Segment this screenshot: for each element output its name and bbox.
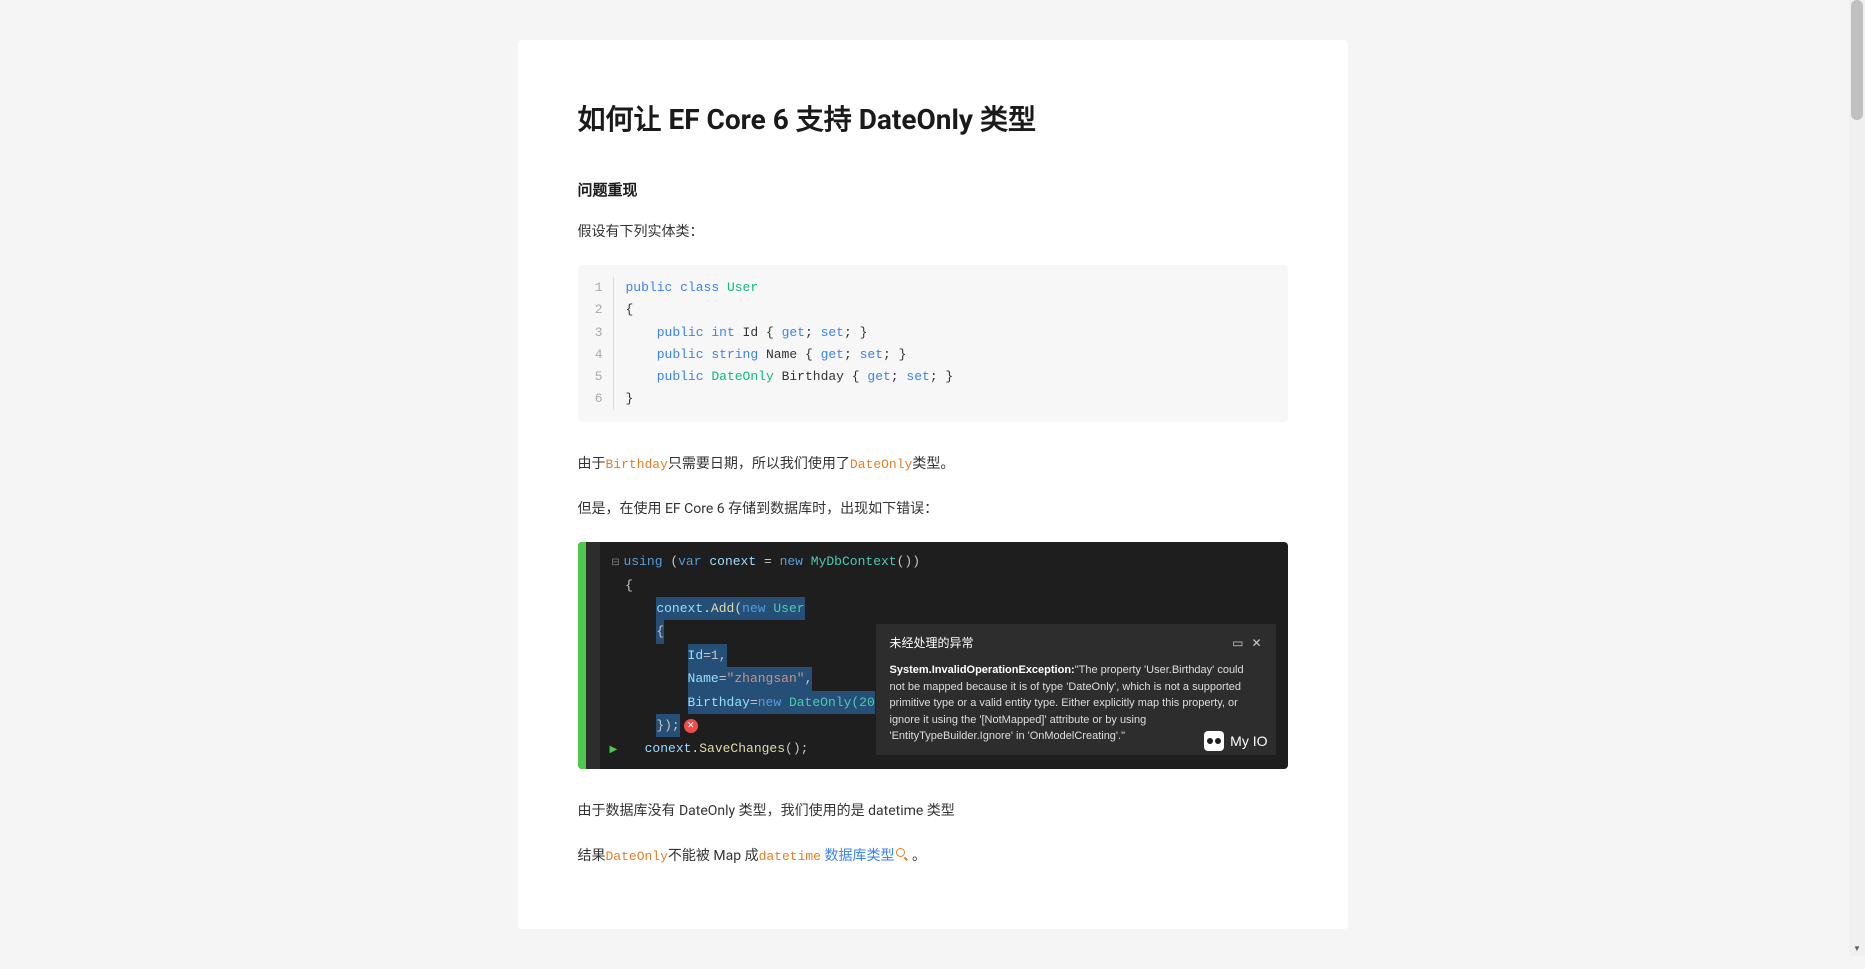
code-block-entity: 1 public class User 2 {3 public int Id { ge… — [578, 265, 1288, 422]
watermark: My IO — [1204, 731, 1267, 751]
pin-icon[interactable]: ▭ — [1232, 634, 1243, 652]
code-line-content: public string Name { get; set; } — [626, 344, 907, 366]
inline-code-datetime: datetime — [759, 849, 821, 864]
article-title: 如何让 EF Core 6 支持 DateOnly 类型 — [578, 100, 1288, 139]
paragraph-intro: 假设有下列实体类： — [578, 220, 1288, 245]
paragraph-error: 但是，在使用 EF Core 6 存储到数据库时，出现如下错误： — [578, 497, 1288, 522]
article-container: 如何让 EF Core 6 支持 DateOnly 类型 问题重现 假设有下列实… — [518, 40, 1348, 929]
code-line-content: } — [626, 388, 634, 410]
code-line-content: { — [626, 299, 634, 321]
code-line-content: public class User — [626, 277, 759, 299]
line-number: 4 — [594, 344, 614, 366]
code-line-content: public DateOnly Birthday { get; set; } — [626, 366, 954, 388]
close-icon[interactable]: ✕ — [1251, 634, 1261, 652]
paragraph-db-type: 由于数据库没有 DateOnly 类型，我们使用的是 datetime 类型 — [578, 799, 1288, 824]
exception-title: 未经处理的异常 — [890, 634, 974, 652]
ide-sidebar — [578, 542, 586, 769]
inline-code-birthday: Birthday — [606, 457, 668, 472]
paragraph-birthday: 由于Birthday只需要日期，所以我们使用了DateOnly类型。 — [578, 452, 1288, 477]
ide-gutter — [586, 542, 600, 769]
error-icon: ✕ — [684, 719, 698, 733]
inline-code-dateonly: DateOnly — [850, 457, 912, 472]
scrollbar-down-icon[interactable]: ▼ — [1849, 940, 1865, 956]
wechat-icon — [1204, 731, 1224, 751]
line-number: 1 — [594, 277, 614, 299]
link-db-type[interactable]: 数据库类型 — [824, 848, 894, 864]
line-number: 2 — [594, 299, 614, 321]
code-line-content: public int Id { get; set; } — [626, 322, 868, 344]
ide-screenshot: ⊟using (var conext = new MyDbContext()) … — [578, 542, 1288, 769]
inline-code-dateonly2: DateOnly — [606, 849, 668, 864]
play-icon: ▶ — [610, 745, 618, 756]
scrollbar-thumb[interactable] — [1851, 0, 1863, 120]
line-number: 5 — [594, 366, 614, 388]
section-heading-problem: 问题重现 — [578, 179, 1288, 200]
exception-header: 未经处理的异常 ▭ ✕ — [890, 634, 1262, 652]
fold-icon: ⊟ — [610, 555, 622, 573]
paragraph-result: 结果DateOnly不能被 Map 成datetime 数据库类型 。 — [578, 844, 1288, 869]
scrollbar[interactable]: ▲ ▼ — [1849, 0, 1865, 956]
line-number: 6 — [594, 388, 614, 410]
search-icon[interactable] — [896, 848, 908, 860]
line-number: 3 — [594, 322, 614, 344]
